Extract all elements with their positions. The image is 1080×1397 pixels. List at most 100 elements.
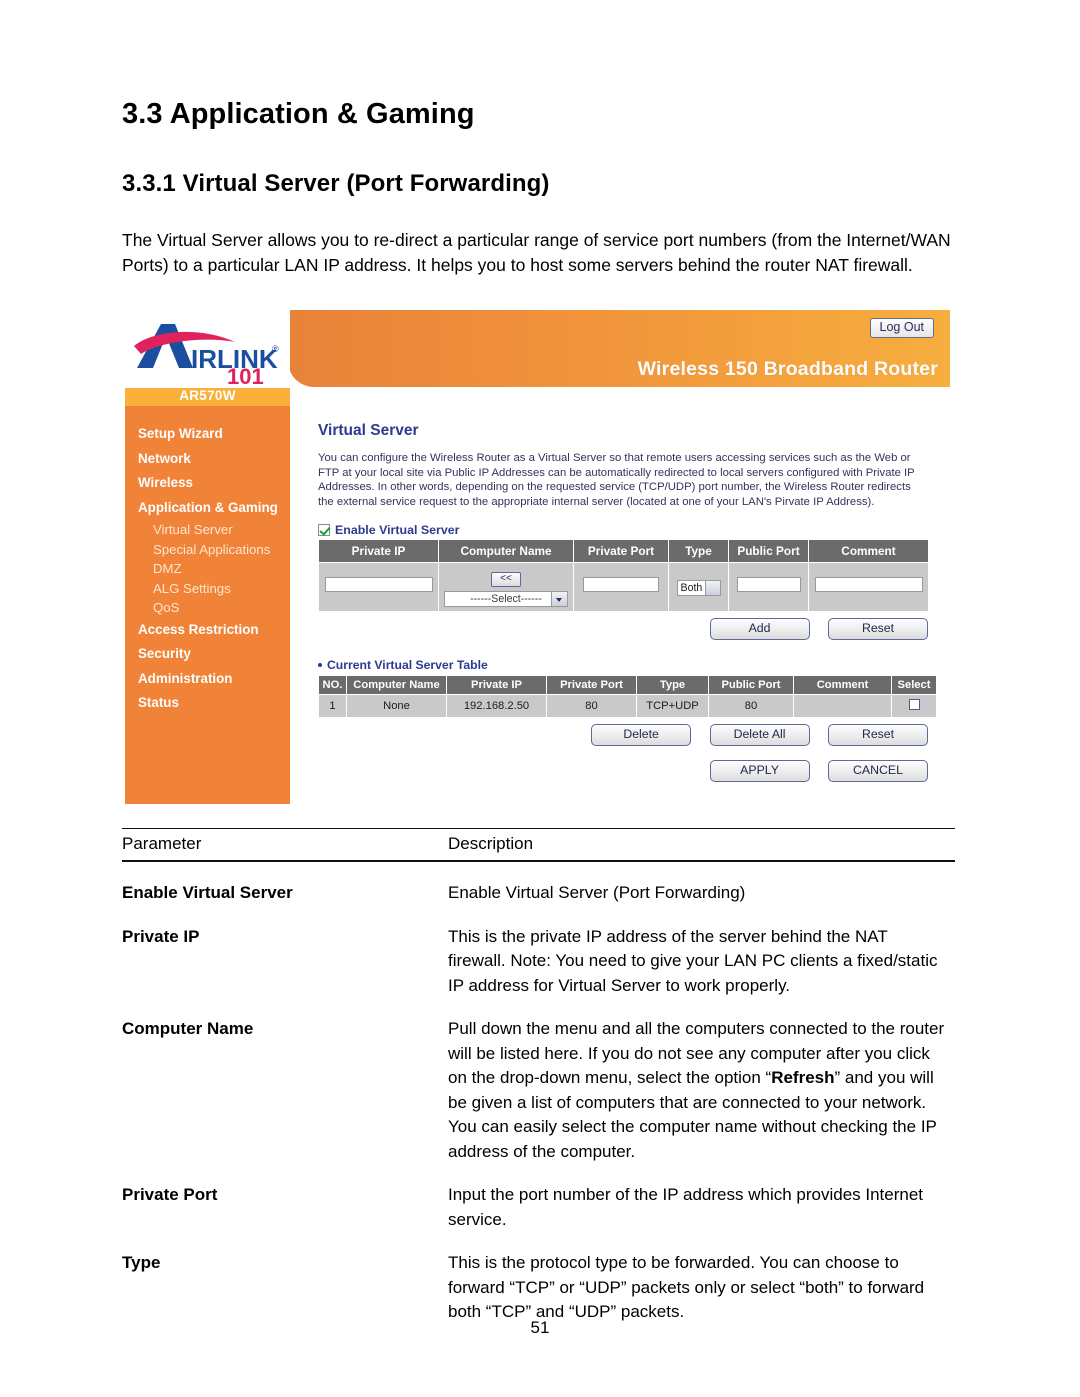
entry-form-buttons: Add Reset [291, 618, 928, 641]
logout-button[interactable]: Log Out [869, 318, 934, 338]
delete-button[interactable]: Delete [591, 724, 692, 747]
col-type: Type [636, 675, 709, 696]
cell-computer-name: None [346, 694, 447, 719]
reset-table-button[interactable]: Reset [828, 724, 928, 747]
router-header-banner: Log Out Wireless 150 Broadband Router [288, 310, 950, 387]
parameter-description: This is the protocol type to be forwarde… [448, 1253, 925, 1321]
airlink-logo-icon: IRLINK ® 101 [134, 324, 279, 386]
current-table-buttons: Delete Delete All Reset [291, 724, 928, 747]
cell-type: Both [668, 562, 729, 613]
parameter-table-header: Parameter Description [122, 828, 955, 862]
row-select-checkbox[interactable] [908, 699, 920, 711]
enable-virtual-server-label: Enable Virtual Server [335, 523, 460, 538]
content-title: Virtual Server [318, 422, 419, 439]
parameter-description: This is the private IP address of the se… [448, 926, 938, 995]
desc-bold-refresh: Refresh [771, 1068, 835, 1087]
sidebar-item-application-gaming[interactable]: Application & Gaming [125, 496, 290, 521]
cell-public-port [728, 562, 809, 613]
delete-all-button[interactable]: Delete All [709, 724, 810, 747]
cell-no: 1 [318, 694, 347, 719]
sidebar-item-dmz[interactable]: DMZ [125, 559, 290, 579]
cell-computer-name: << ------Select------ [438, 562, 574, 613]
table-input-row: << ------Select------ Both [318, 562, 929, 613]
parameter-row-private-ip: Private IP This is the private IP addres… [122, 906, 955, 999]
page-title: 3.3 Application & Gaming [122, 98, 475, 130]
enable-virtual-server-checkbox[interactable] [318, 524, 330, 537]
type-chevron-down-icon[interactable] [704, 581, 720, 596]
sidebar-item-administration[interactable]: Administration [125, 667, 290, 692]
private-ip-input[interactable] [324, 577, 433, 593]
copy-name-button[interactable]: << [491, 571, 521, 587]
parameter-description: Enable Virtual Server (Port Forwarding) [448, 883, 746, 902]
col-private-ip: Private IP [318, 539, 439, 564]
enable-virtual-server-row[interactable]: Enable Virtual Server [318, 523, 951, 537]
cancel-button[interactable]: CANCEL [828, 760, 928, 783]
apply-button[interactable]: APPLY [709, 760, 810, 783]
comment-input[interactable] [814, 577, 923, 593]
document-page: 3.3 Application & Gaming 3.3.1 Virtual S… [0, 0, 1080, 1397]
cell-comment [793, 694, 892, 719]
sidebar-item-status[interactable]: Status [125, 691, 290, 716]
airlink-logo: IRLINK ® 101 [125, 308, 290, 388]
parameter-row-computer-name: Computer Name Pull down the menu and all… [122, 998, 955, 1164]
sidebar-item-alg-settings[interactable]: ALG Settings [125, 579, 290, 599]
computer-name-select[interactable]: ------Select------ [444, 590, 568, 607]
col-comment: Comment [793, 675, 892, 696]
parameter-description: Input the port number of the IP address … [448, 1185, 924, 1229]
col-computer-name: Computer Name [346, 675, 447, 696]
private-port-input[interactable] [583, 577, 659, 593]
table-row: 1 None 192.168.2.50 80 TCP+UDP 80 [318, 694, 937, 719]
product-title: Wireless 150 Broadband Router [637, 358, 938, 380]
col-type: Type [668, 539, 729, 564]
type-select-value: Both [680, 582, 703, 595]
cell-private-port [573, 562, 669, 613]
col-private-port: Private Port [546, 675, 637, 696]
parameter-row-enable-virtual-server: Enable Virtual Server Enable Virtual Ser… [122, 862, 955, 906]
router-ui-screenshot: IRLINK ® 101 Log Out Wireless 150 Broadb… [125, 308, 953, 808]
router-sidebar: Setup Wizard Network Wireless Applicatio… [125, 406, 290, 804]
type-select[interactable]: Both [676, 580, 721, 597]
sidebar-item-qos[interactable]: QoS [125, 598, 290, 618]
parameter-description-table: Parameter Description Enable Virtual Ser… [122, 828, 955, 1325]
svg-text:®: ® [272, 344, 279, 354]
table-header-row: NO. Computer Name Private IP Private Por… [318, 675, 937, 696]
sidebar-item-security[interactable]: Security [125, 642, 290, 667]
sidebar-item-access-restriction[interactable]: Access Restriction [125, 618, 290, 643]
bullet-icon [318, 663, 322, 668]
header-parameter: Parameter [122, 834, 202, 853]
router-content-pane: Virtual Server You can configure the Wir… [291, 408, 951, 783]
col-public-port: Public Port [728, 539, 809, 564]
svg-text:101: 101 [227, 364, 264, 386]
virtual-server-entry-table: Private IP Computer Name Private Port Ty… [318, 539, 929, 613]
col-public-port: Public Port [708, 675, 794, 696]
reset-button[interactable]: Reset [828, 618, 928, 641]
cell-type: TCP+UDP [636, 694, 709, 719]
cell-private-ip: 192.168.2.50 [446, 694, 547, 719]
sidebar-item-network[interactable]: Network [125, 447, 290, 472]
content-description: You can configure the Wireless Router as… [318, 452, 915, 508]
add-button[interactable]: Add [709, 618, 810, 641]
table-header-row: Private IP Computer Name Private Port Ty… [318, 539, 929, 564]
cell-private-port: 80 [546, 694, 637, 719]
col-private-ip: Private IP [446, 675, 547, 696]
col-no: NO. [318, 675, 347, 696]
parameter-label: Private Port [122, 1185, 218, 1204]
cell-public-port: 80 [708, 694, 794, 719]
chevron-down-icon[interactable] [550, 591, 567, 606]
current-virtual-server-table: NO. Computer Name Private IP Private Por… [318, 675, 937, 719]
sidebar-item-wireless[interactable]: Wireless [125, 471, 290, 496]
page-number: 51 [530, 1318, 550, 1337]
sidebar-item-special-applications[interactable]: Special Applications [125, 540, 290, 560]
sidebar-item-setup-wizard[interactable]: Setup Wizard [125, 422, 290, 447]
col-private-port: Private Port [573, 539, 669, 564]
public-port-input[interactable] [736, 577, 801, 593]
current-table-caption-text: Current Virtual Server Table [327, 658, 488, 673]
computer-name-select-value: ------Select------ [470, 592, 542, 605]
cell-comment [808, 562, 929, 613]
parameter-label: Computer Name [122, 1019, 254, 1038]
parameter-row-private-port: Private Port Input the port number of th… [122, 1164, 955, 1232]
cell-select [891, 694, 937, 719]
subsection-title: 3.3.1 Virtual Server (Port Forwarding) [122, 170, 550, 197]
sidebar-item-virtual-server[interactable]: Virtual Server [125, 520, 290, 540]
current-table-caption: Current Virtual Server Table [318, 658, 951, 672]
